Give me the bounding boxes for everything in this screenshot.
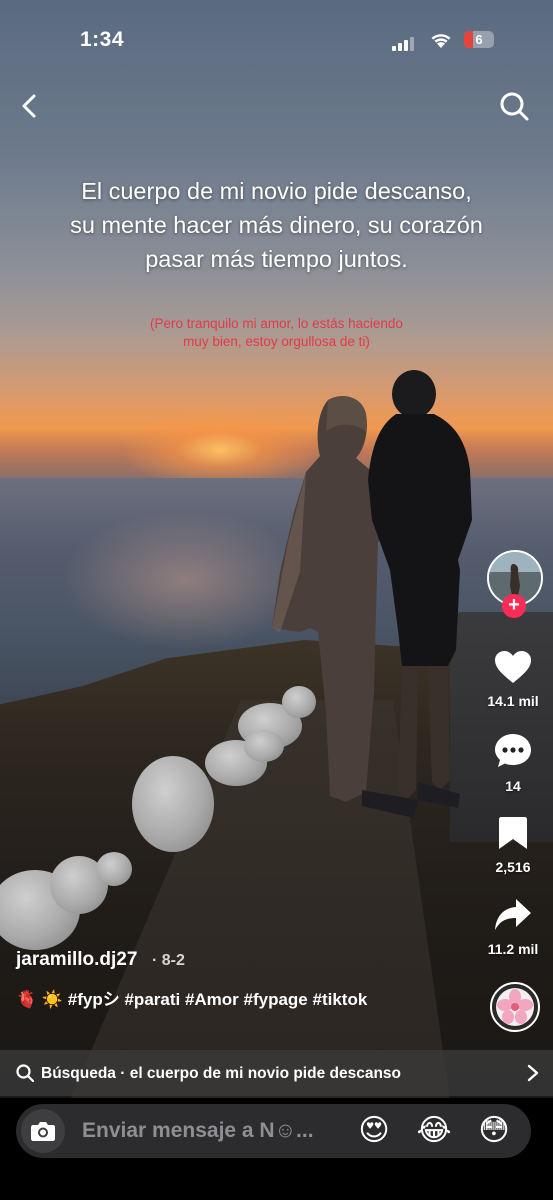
share-count: 11.2 mil — [487, 941, 539, 957]
heart-icon — [495, 651, 531, 683]
message-bar: Enviar mensaje a N☺... 😍 😂 😳 — [0, 1098, 553, 1200]
message-input-container[interactable]: Enviar mensaje a N☺... 😍 😂 😳 — [16, 1104, 531, 1158]
like-button[interactable]: 14.1 mil — [478, 650, 548, 709]
follow-button[interactable]: + — [502, 594, 526, 618]
chevron-right-icon — [527, 1064, 539, 1082]
cellular-signal-icon — [392, 33, 416, 51]
comment-button[interactable]: 14 — [478, 733, 548, 794]
save-button[interactable]: 2,516 — [478, 816, 548, 875]
bookmark-icon — [499, 817, 527, 849]
camera-button[interactable] — [21, 1109, 65, 1153]
camera-icon — [31, 1122, 55, 1141]
post-caption: 🫀 ☀️ #fypシ #parati #Amor #fypage #tiktok — [16, 984, 376, 1016]
status-time: 1:34 — [80, 28, 125, 51]
chevron-left-icon[interactable] — [16, 92, 44, 120]
comment-icon — [495, 734, 531, 767]
share-button[interactable]: 11.2 mil — [478, 898, 548, 957]
heart-eyes-emoji-button[interactable]: 😍 — [356, 1113, 392, 1149]
search-icon — [16, 1064, 34, 1082]
author-username[interactable]: jaramillo.dj27 — [16, 949, 137, 971]
music-disc[interactable] — [490, 982, 540, 1032]
laughing-emoji-button[interactable]: 😂 — [416, 1113, 452, 1149]
flower-icon — [496, 988, 534, 1026]
search-suggestion-bar[interactable]: Búsqueda · el cuerpo de mi novio pide de… — [0, 1050, 553, 1096]
share-arrow-icon — [495, 899, 531, 930]
video-overlay-text: El cuerpo de mi novio pide descanso, su … — [70, 178, 483, 272]
save-count: 2,516 — [495, 859, 531, 875]
comment-count: 14 — [505, 778, 521, 794]
video-player[interactable] — [0, 0, 553, 1098]
wifi-icon — [431, 34, 451, 48]
flushed-emoji-button[interactable]: 😳 — [476, 1113, 512, 1149]
like-count: 14.1 mil — [487, 693, 539, 709]
status-bar: 1:34 6 — [0, 0, 553, 80]
search-icon[interactable] — [498, 90, 530, 122]
caption-hashtags[interactable]: #fypシ #parati #Amor #fypage #tiktok — [68, 990, 367, 1009]
battery-icon: 6 — [464, 31, 494, 48]
message-input[interactable]: Enviar mensaje a N☺... — [82, 1119, 314, 1143]
search-suggestion-text: Búsqueda · el cuerpo de mi novio pide de… — [41, 1065, 402, 1082]
battery-level: 6 — [475, 32, 483, 47]
man-silhouette — [362, 370, 472, 818]
rock — [132, 756, 214, 852]
rock — [96, 852, 132, 886]
caption-emojis: 🫀 ☀️ — [16, 990, 64, 1009]
video-overlay-subtext: (Pero tranquilo mi amor, lo estás hacien… — [150, 316, 403, 349]
post-date: · 8-2 — [152, 952, 185, 969]
